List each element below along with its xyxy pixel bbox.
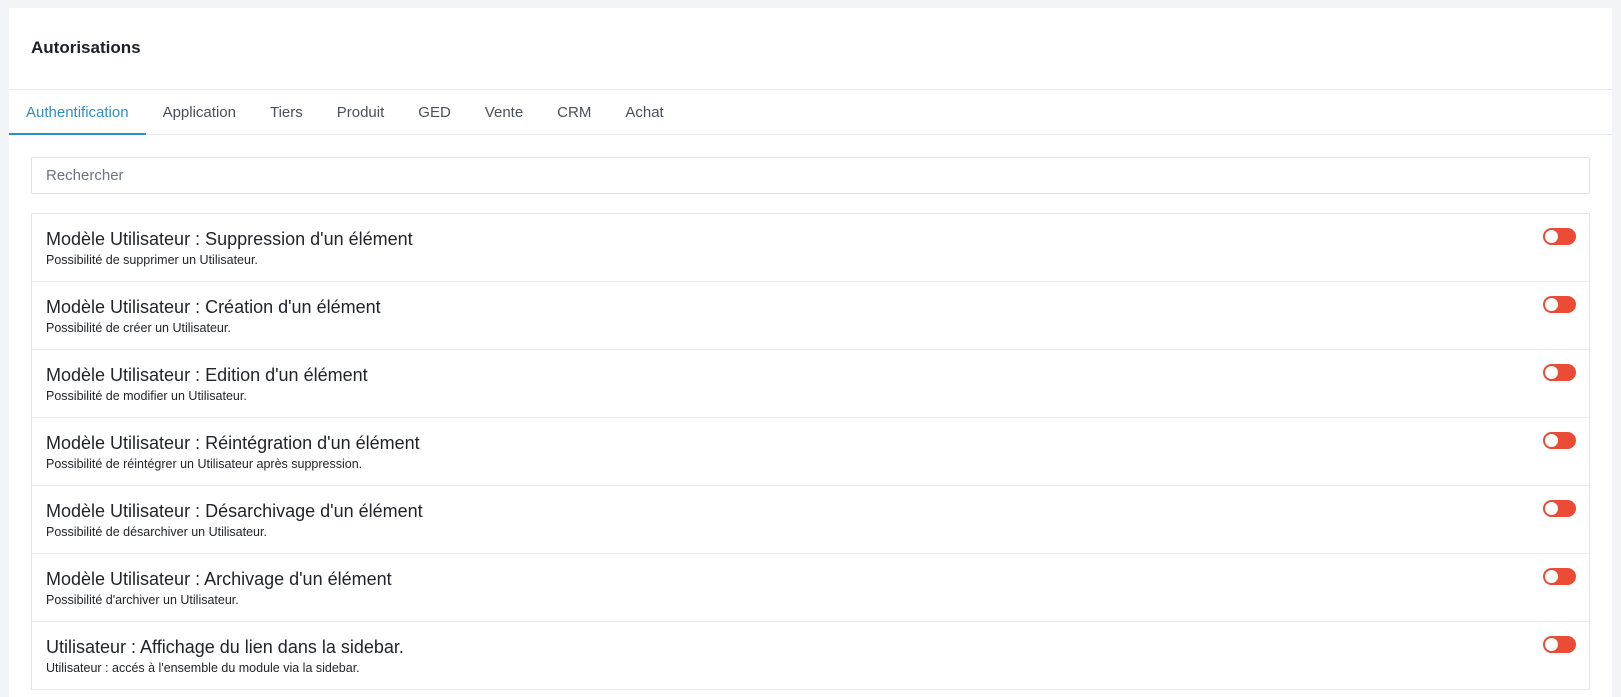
permission-list: Modèle Utilisateur : Suppression d'un él… [31, 213, 1590, 690]
toggle-knob [1545, 434, 1558, 447]
card-header: Autorisations [9, 8, 1612, 90]
permission-title: Modèle Utilisateur : Edition d'un élémen… [46, 365, 368, 385]
permission-description: Possibilité de modifier un Utilisateur. [46, 389, 247, 403]
toggle-knob [1545, 230, 1558, 243]
toggle-knob [1545, 366, 1558, 379]
tab-produit[interactable]: Produit [320, 90, 402, 134]
permission-toggle[interactable] [1543, 568, 1576, 585]
permission-description: Possibilité de créer un Utilisateur. [46, 321, 231, 335]
permission-toggle[interactable] [1543, 432, 1576, 449]
permission-title: Modèle Utilisateur : Désarchivage d'un é… [46, 501, 423, 521]
permission-toggle[interactable] [1543, 296, 1576, 313]
permission-description: Possibilité d'archiver un Utilisateur. [46, 593, 239, 607]
permission-title: Modèle Utilisateur : Archivage d'un élém… [46, 569, 392, 589]
tab-authentification[interactable]: Authentification [9, 90, 146, 135]
permissions-card: Autorisations Authentification Applicati… [9, 8, 1612, 697]
permission-item: Modèle Utilisateur : Archivage d'un élém… [32, 554, 1589, 622]
toggle-knob [1545, 570, 1558, 583]
tab-achat[interactable]: Achat [608, 90, 680, 134]
permission-description: Possibilité de désarchiver un Utilisateu… [46, 525, 267, 539]
permission-item: Modèle Utilisateur : Désarchivage d'un é… [32, 486, 1589, 554]
tab-bar: Authentification Application Tiers Produ… [9, 90, 1612, 135]
permission-title: Utilisateur : Affichage du lien dans la … [46, 637, 404, 657]
tab-application[interactable]: Application [146, 90, 253, 134]
permission-toggle[interactable] [1543, 636, 1576, 653]
tab-vente[interactable]: Vente [468, 90, 540, 134]
tab-crm[interactable]: CRM [540, 90, 608, 134]
permission-title: Modèle Utilisateur : Réintégration d'un … [46, 433, 420, 453]
permission-item: Modèle Utilisateur : Edition d'un élémen… [32, 350, 1589, 418]
toggle-knob [1545, 638, 1558, 651]
tab-content: Modèle Utilisateur : Suppression d'un él… [9, 135, 1612, 690]
permission-toggle[interactable] [1543, 228, 1576, 245]
tab-ged[interactable]: GED [401, 90, 468, 134]
permission-title: Modèle Utilisateur : Création d'un éléme… [46, 297, 381, 317]
permission-item: Utilisateur : Affichage du lien dans la … [32, 622, 1589, 690]
search-input[interactable] [31, 157, 1590, 194]
permission-description: Utilisateur : accés à l'ensemble du modu… [46, 661, 360, 675]
permission-item: Modèle Utilisateur : Création d'un éléme… [32, 282, 1589, 350]
tab-tiers[interactable]: Tiers [253, 90, 320, 134]
page-title: Autorisations [31, 37, 141, 57]
toggle-knob [1545, 298, 1558, 311]
permission-item: Modèle Utilisateur : Réintégration d'un … [32, 418, 1589, 486]
permission-toggle[interactable] [1543, 364, 1576, 381]
permission-description: Possibilité de supprimer un Utilisateur. [46, 253, 258, 267]
permission-item: Modèle Utilisateur : Suppression d'un él… [32, 214, 1589, 282]
toggle-knob [1545, 502, 1558, 515]
permission-title: Modèle Utilisateur : Suppression d'un él… [46, 229, 413, 249]
permission-description: Possibilité de réintégrer un Utilisateur… [46, 457, 363, 471]
permission-toggle[interactable] [1543, 500, 1576, 517]
